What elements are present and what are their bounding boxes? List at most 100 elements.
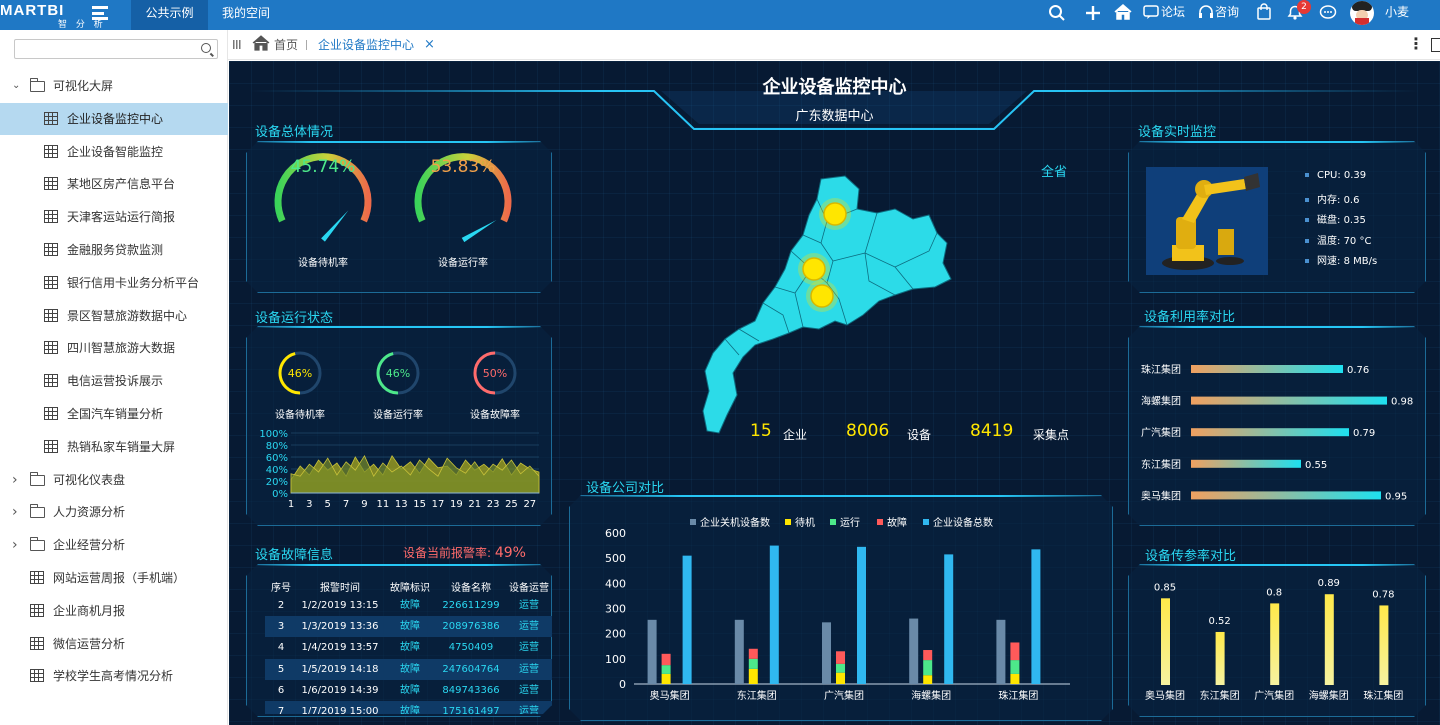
table-row[interactable]: 6 1/6/2019 14:39 故障 849743366 运营 (265, 680, 553, 701)
realtime-title: 设备实时监控 (1138, 125, 1217, 140)
tab-active[interactable]: 企业设备监控中心 (318, 30, 414, 60)
sidebar-item-label: 天津客运站运行简报 (67, 210, 176, 225)
user-name[interactable]: 小麦 (1385, 0, 1409, 30)
bar-stack-segment (662, 654, 671, 665)
map-region-label[interactable]: 全省 (1041, 161, 1067, 180)
sidebar-item[interactable]: 网站运营周报（手机端） (0, 562, 228, 594)
util-bar (1191, 365, 1343, 373)
bag-icon[interactable] (1256, 3, 1272, 21)
consult-link[interactable]: 咨询 (1215, 0, 1239, 30)
table-cell: 175161497 (442, 706, 500, 714)
bar-stack-segment (1010, 660, 1019, 674)
nav-tab-public[interactable]: 公共示例 (131, 0, 208, 30)
chevron-right-icon[interactable]: › (12, 464, 18, 496)
search-icon[interactable] (201, 43, 211, 53)
table-cell: 1/4/2019 13:57 (301, 642, 379, 654)
table-row[interactable]: 2 1/2/2019 13:15 故障 226611299 运营 (265, 599, 553, 616)
sidebar-item-label: 景区智慧旅游数据中心 (67, 308, 188, 323)
home-icon[interactable] (252, 35, 270, 51)
util-bar (1191, 460, 1301, 468)
sidebar-item[interactable]: 某地区房产信息平台 (0, 168, 228, 200)
tab-home[interactable]: 首页 (274, 30, 298, 60)
sidebar-item[interactable]: 全国汽车销量分析 (0, 398, 228, 430)
table-row[interactable]: 5 1/5/2019 14:18 故障 247604764 运营 (265, 659, 553, 680)
metric-label: 磁盘: (1317, 215, 1344, 227)
menu-toggle-icon[interactable] (233, 40, 241, 50)
avatar[interactable] (1350, 1, 1374, 25)
metric-row: 网速: 8 MB/s (1305, 252, 1377, 267)
x-tick-label: 21 (468, 499, 481, 510)
home-icon[interactable] (1113, 3, 1133, 21)
sidebar-item[interactable]: 热销私家车销量大屏 (0, 431, 228, 463)
map-marker[interactable] (802, 257, 826, 281)
forum-icon (1143, 5, 1159, 19)
sidebar-item[interactable]: 银行信用卡业务分析平台 (0, 267, 228, 299)
sidebar-folder[interactable]: › 人力资源分析 (0, 496, 228, 528)
sidebar-folder[interactable]: › 可视化仪表盘 (0, 464, 228, 496)
tab-close-icon[interactable]: × (424, 30, 435, 60)
map-marker[interactable] (810, 284, 834, 308)
sidebar-item-label: 微信运营分析 (53, 636, 126, 651)
sidebar-item[interactable]: 微信运营分析 (0, 628, 228, 660)
robot-arm-image (1146, 167, 1268, 275)
chevron-right-icon[interactable]: › (12, 529, 18, 561)
sidebar-folder[interactable]: › 企业经营分析 (0, 529, 228, 561)
sidebar-search-input[interactable] (14, 39, 218, 59)
table-icon (44, 308, 58, 322)
chat-icon[interactable] (1319, 4, 1337, 21)
table-cell: 5 (277, 663, 285, 675)
category-label: 东江集团 (1141, 458, 1181, 471)
bullet-icon (1305, 198, 1309, 202)
sidebar-item[interactable]: 景区智慧旅游数据中心 (0, 300, 228, 332)
sidebar-folder[interactable]: ⌄ 可视化大屏 (0, 70, 228, 102)
table-icon (30, 571, 44, 584)
sidebar-item[interactable]: 电信运营投诉展示 (0, 365, 228, 397)
sidebar-item[interactable]: 金融服务贷款监测 (0, 234, 228, 266)
more-options-icon[interactable]: ⋮ (1408, 30, 1424, 58)
folder-icon (30, 537, 45, 552)
legend-swatch (877, 519, 883, 525)
chevron-right-icon[interactable]: › (12, 496, 18, 528)
bullet-icon (1305, 218, 1309, 222)
overview-panel: 45.74% 53.83% 设备待机率 设备运行率 (246, 141, 552, 293)
guangdong-map[interactable] (699, 171, 989, 441)
table-cell: 故障 (400, 684, 420, 696)
map-marker[interactable] (823, 202, 847, 226)
value-label: 0.98 (1391, 397, 1413, 408)
sidebar-item[interactable]: 天津客运站运行简报 (0, 201, 228, 233)
panel-toggle-icon[interactable] (1431, 38, 1440, 52)
sidebar-item[interactable]: 企业设备监控中心 (0, 102, 228, 135)
sidebar-item[interactable]: 学校学生高考情况分析 (0, 660, 228, 692)
table-cell: 运营 (519, 706, 539, 714)
sidebar-item-label: 全国汽车销量分析 (67, 407, 164, 421)
table-row[interactable]: 7 1/7/2019 15:00 故障 175161497 运营 (265, 701, 553, 714)
table-icon (30, 603, 44, 617)
bar-shutdown (735, 620, 744, 684)
add-icon[interactable] (1084, 4, 1102, 22)
x-tick-label: 广汽集团 (824, 689, 864, 702)
sidebar-item-label: 热销私家车销量大屏 (67, 439, 176, 454)
sidebar-item-label: 网站运营周报（手机端） (53, 571, 186, 585)
tab-divider (306, 40, 307, 50)
x-tick-label: 19 (450, 499, 463, 510)
sidebar-item[interactable]: 企业商机月报 (0, 595, 228, 627)
x-tick-label: 5 (325, 499, 331, 510)
ring-running-value: 46% (385, 367, 411, 380)
sidebar-item[interactable]: 四川智慧旅游大数据 (0, 332, 228, 364)
sidebar-item-label: 金融服务贷款监测 (67, 243, 164, 257)
metric-row: 磁盘: 0.35 (1305, 211, 1366, 226)
logo[interactable]: MARTBI 智 分 析 (0, 0, 118, 30)
value-label: 0.52 (1208, 616, 1230, 627)
table-row[interactable]: 3 1/3/2019 13:36 故障 208976386 运营 (265, 616, 553, 637)
status-area-chart: 0%20%40%60%80%100%1 3 5 7 9 11 13 15 17 19 21 23 25 2… (247, 427, 553, 519)
sidebar-item[interactable]: 企业设备智能监控 (0, 136, 228, 168)
table-header: 序号 报警时间 故障标识 设备名称 设备运营 (265, 578, 553, 599)
value-label: 0.76 (1347, 365, 1369, 376)
chevron-down-icon[interactable]: ⌄ (12, 70, 20, 102)
table-cell: 3 (277, 621, 285, 633)
table-row[interactable]: 4 1/4/2019 13:57 故障 4750409 运营 (265, 637, 553, 658)
nav-tab-my-space[interactable]: 我的空间 (208, 0, 284, 30)
forum-link[interactable]: 论坛 (1161, 0, 1185, 30)
search-icon[interactable] (1048, 4, 1066, 22)
transfer-bar (1216, 632, 1225, 685)
